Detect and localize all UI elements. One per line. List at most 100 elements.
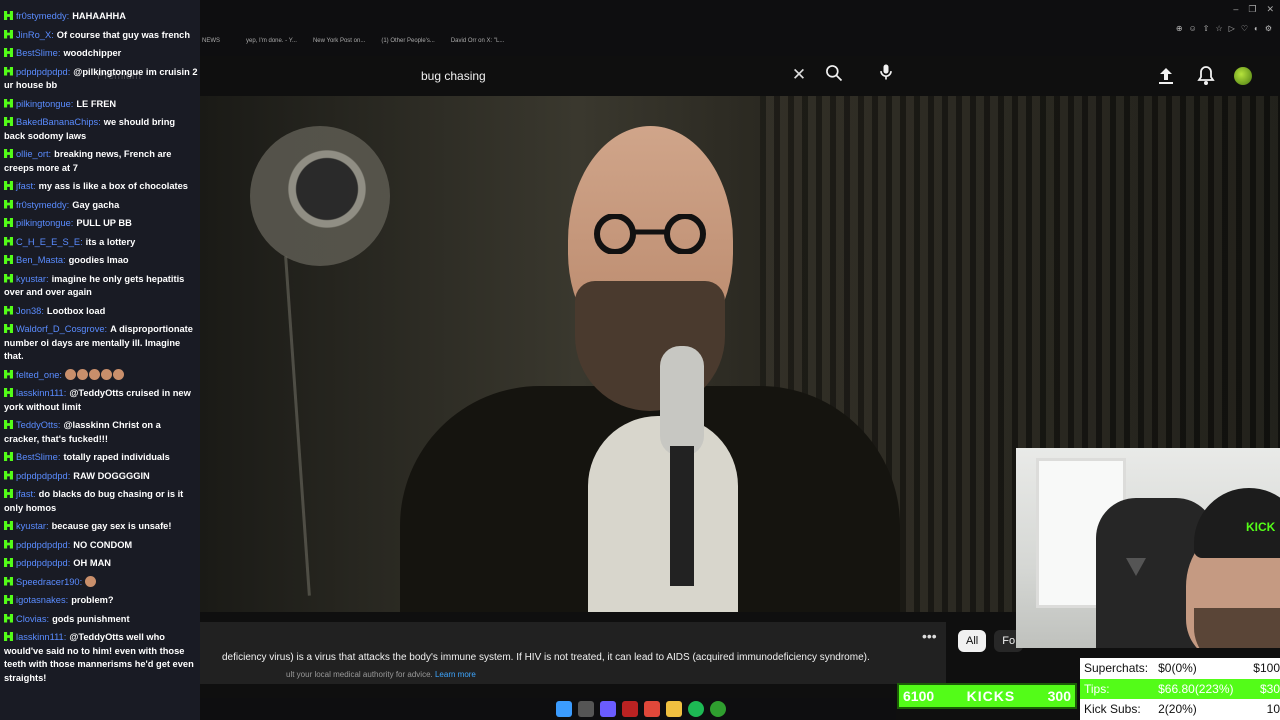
windows-start-icon[interactable] — [556, 701, 572, 717]
restore-icon[interactable]: ❐ — [1248, 4, 1256, 15]
superchats-row: Superchats: $0(0%) $100 — [1080, 658, 1280, 679]
account-avatar[interactable] — [1234, 67, 1252, 85]
spotify-icon[interactable] — [688, 701, 704, 717]
streamer-beard — [1194, 608, 1280, 648]
chat-username[interactable]: Clovias: — [16, 614, 49, 624]
filter-chips: All Fo — [958, 630, 1024, 652]
chat-message: jfast: my ass is like a box of chocolates — [4, 180, 198, 194]
chat-username[interactable]: pilkingtongue: — [16, 99, 73, 109]
kicks-goal-bar: 6100 KICKS 300 — [897, 683, 1077, 709]
kick-badge-icon — [4, 539, 13, 549]
chat-username[interactable]: pdpdpdpdpd: — [16, 471, 70, 481]
kick-badge-icon — [4, 305, 13, 315]
bookmark-item[interactable]: David Orr on X: "L... — [451, 38, 504, 52]
chat-username[interactable]: BakedBananaChips: — [16, 117, 101, 127]
minimize-icon[interactable]: – — [1233, 4, 1238, 15]
discord-icon[interactable] — [600, 701, 616, 717]
chat-username[interactable]: kyustar: — [16, 274, 49, 284]
chat-username[interactable]: felted_one: — [16, 370, 62, 380]
upload-icon[interactable] — [1154, 64, 1178, 88]
stat-value: $0(0%) — [1158, 661, 1197, 676]
chat-username[interactable]: BestSlime: — [16, 48, 60, 58]
chat-username[interactable]: lasskinn111: — [16, 388, 66, 398]
chat-username[interactable]: lasskinn111: — [16, 632, 66, 642]
chat-username[interactable]: C_H_E_E_S_E: — [16, 237, 83, 247]
info-subtext: ult your local medical authority for adv… — [200, 670, 476, 679]
chat-text: problem? — [71, 595, 114, 605]
heart-icon[interactable]: ♡ — [1241, 24, 1248, 33]
chat-username[interactable]: pdpdpdpdpd: — [16, 558, 70, 568]
audio-icon[interactable]: ◐ — [1254, 24, 1259, 33]
folder-icon[interactable] — [666, 701, 682, 717]
learn-more-link[interactable]: Learn more — [435, 670, 476, 679]
kick-badge-icon — [4, 199, 13, 209]
kick-badge-icon — [4, 11, 13, 20]
chat-username[interactable]: JinRo_X: — [16, 30, 54, 40]
bookmark-item[interactable]: New York Post on... — [313, 38, 365, 52]
app-icon[interactable] — [622, 701, 638, 717]
share-icon[interactable]: ⇧ — [1203, 24, 1210, 33]
play-icon[interactable]: ▷ — [1229, 24, 1235, 33]
chat-username[interactable]: fr0stymeddy: — [16, 11, 69, 21]
info-panel: ••• deficiency virus) is a virus that at… — [200, 622, 946, 684]
chat-username[interactable]: pilkingtongue: — [16, 218, 73, 228]
chat-username[interactable]: Jon38: — [16, 306, 44, 316]
chat-message: Ben_Masta: goodies lmao — [4, 254, 198, 268]
clear-search-button[interactable]: ✕ — [788, 64, 810, 86]
kick-badge-icon — [4, 66, 13, 76]
chat-message: BestSlime: totally raped individuals — [4, 451, 198, 465]
screen: NEWS yep, I'm done. - Y... New York Post… — [0, 0, 1280, 720]
chat-message: pdpdpdpdpd: RAW DOGGGGIN — [4, 470, 198, 484]
close-window-icon[interactable]: ✕ — [1266, 4, 1274, 15]
chat-message: TeddyOtts: @lasskinn Christ on a cracker,… — [4, 419, 198, 446]
kick-badge-icon — [4, 149, 13, 158]
chat-username[interactable]: pdpdpdpdpd: — [16, 67, 70, 77]
kick-badge-icon — [4, 48, 13, 57]
chrome-icon[interactable] — [644, 701, 660, 717]
chat-username[interactable]: Speedracer190: — [16, 577, 82, 587]
kick-badge-icon — [4, 117, 13, 126]
chat-username[interactable]: ollie_ort: — [16, 149, 51, 159]
chat-username[interactable]: kyustar: — [16, 521, 49, 531]
bookmark-item[interactable]: yep, I'm done. - Y... — [246, 38, 297, 52]
chat-username[interactable]: igotasnakes: — [16, 595, 68, 605]
chat-username[interactable]: jfast: — [16, 181, 36, 191]
more-options-button[interactable]: ••• — [922, 628, 937, 644]
stat-goal: 10 — [1266, 702, 1280, 717]
xbox-icon[interactable] — [710, 701, 726, 717]
stat-goal: $30 — [1259, 681, 1280, 696]
taskbar-icons — [556, 701, 726, 717]
extension-icons: ⊕ ☺ ⇧ ☆ ▷ ♡ ◐ ⚙ — [1176, 24, 1272, 33]
search-taskbar-icon[interactable] — [578, 701, 594, 717]
chat-username[interactable]: jfast: — [16, 489, 36, 499]
kick-hat-logo: KICK — [1246, 520, 1276, 534]
zoom-icon[interactable]: ⊕ — [1176, 24, 1183, 33]
chat-username[interactable]: Waldorf_D_Cosgrove: — [16, 324, 107, 334]
chat-username[interactable]: BestSlime: — [16, 452, 60, 462]
browser-chrome: NEWS yep, I'm done. - Y... New York Post… — [200, 0, 1280, 56]
search-icon — [826, 65, 843, 82]
bookmark-item[interactable]: NEWS — [202, 38, 220, 52]
kick-badge-icon — [4, 558, 13, 567]
kick-badge-icon — [4, 236, 13, 246]
chat-username[interactable]: TeddyOtts: — [16, 420, 60, 430]
chip-all[interactable]: All — [958, 630, 987, 652]
voice-search-button[interactable] — [870, 60, 902, 92]
kick-badge-icon — [4, 324, 13, 333]
chat-message: pdpdpdpdpd: @pilkingtongue im cruisin 2 u… — [4, 66, 198, 93]
chat-text: NO CONDOM — [73, 539, 133, 550]
settings-icon[interactable]: ⚙ — [1265, 24, 1272, 33]
search-button[interactable] — [820, 63, 848, 89]
bookmark-icon[interactable]: ☆ — [1215, 24, 1222, 33]
chat-username[interactable]: pdpdpdpdpd: — [16, 540, 70, 550]
notifications-bell-icon[interactable] — [1194, 64, 1218, 88]
bookmark-item[interactable]: (1) Other People's... — [381, 38, 435, 52]
chat-username[interactable]: fr0stymeddy: — [16, 200, 69, 210]
chat-username[interactable]: Ben_Masta: — [16, 255, 66, 265]
kick-badge-icon — [4, 255, 13, 264]
kick-badge-icon — [4, 613, 13, 623]
kick-badge-icon — [4, 273, 13, 283]
extension-icon[interactable]: ☺ — [1189, 24, 1197, 33]
chat-text: Lootbox load — [46, 305, 106, 316]
search-input[interactable]: bug chasing — [406, 60, 850, 92]
